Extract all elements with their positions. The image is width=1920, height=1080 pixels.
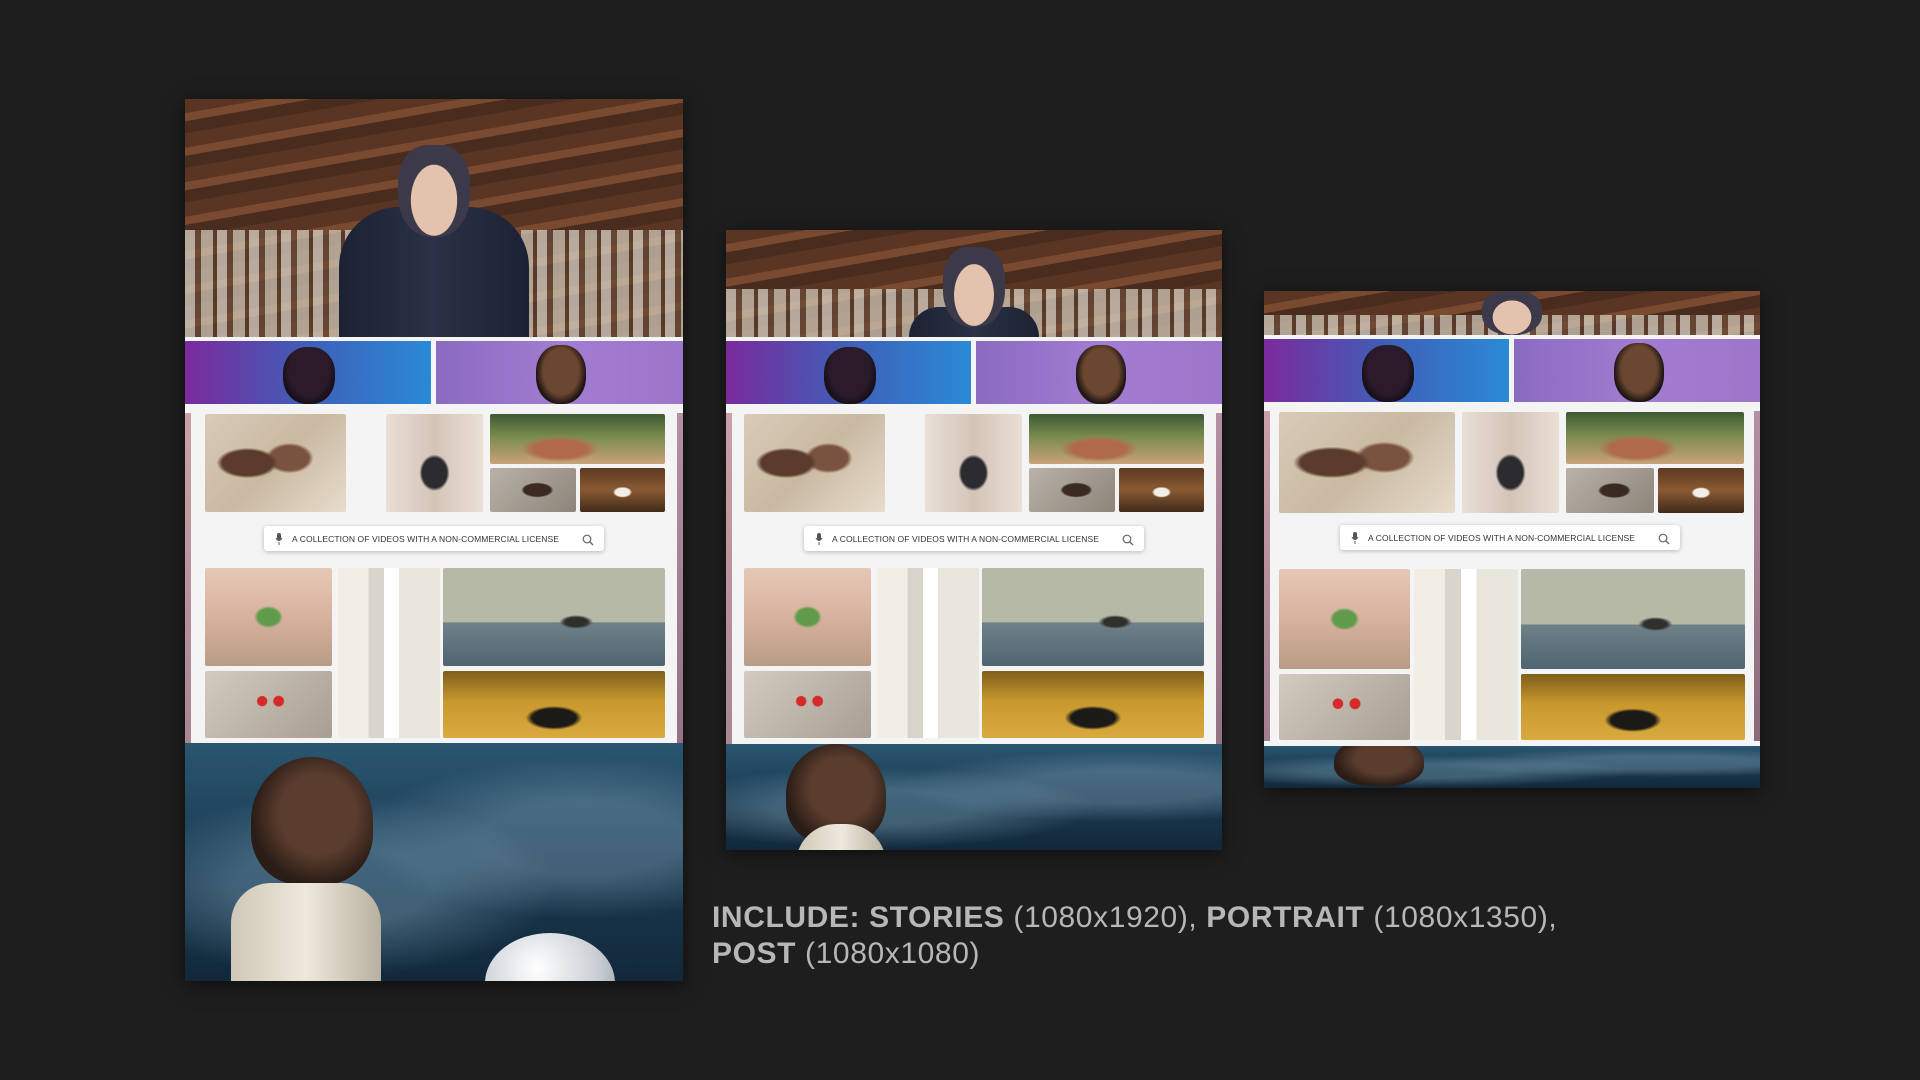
portrait-size: (1080x1350), <box>1373 901 1558 934</box>
banner-row <box>185 341 683 404</box>
post-size: (1080x1080) <box>805 937 981 970</box>
gallery-tile[interactable] <box>1566 412 1744 464</box>
gallery-tile[interactable] <box>205 568 332 666</box>
search-query-text: A COLLECTION OF VIDEOS WITH A NON-COMMER… <box>832 533 1100 544</box>
gallery-tile[interactable] <box>982 671 1204 738</box>
gallery-tile[interactable] <box>1119 468 1204 512</box>
gallery-tile[interactable] <box>744 671 871 738</box>
stories-mockup: A COLLECTION OF VIDEOS WITH A NON-COMMER… <box>185 99 683 981</box>
gallery-tile[interactable] <box>443 671 665 738</box>
microphone-icon[interactable] <box>1350 531 1360 544</box>
banner-row <box>1264 339 1760 402</box>
search-icon[interactable] <box>582 533 594 545</box>
gallery-tile[interactable] <box>490 468 576 512</box>
search-icon[interactable] <box>1122 533 1134 545</box>
gallery-tile[interactable] <box>1658 468 1744 513</box>
gallery-tile[interactable] <box>205 671 332 738</box>
portrait-label: PORTRAIT <box>1206 901 1365 934</box>
gallery-tile[interactable] <box>1521 674 1745 740</box>
portrait-mockup: A COLLECTION OF VIDEOS WITH A NON-COMMER… <box>726 230 1222 850</box>
hero-bottom-image <box>726 744 1222 850</box>
microphone-icon[interactable] <box>814 532 824 545</box>
hero-top-image <box>726 230 1222 337</box>
gallery-tile[interactable] <box>1029 414 1204 464</box>
hero-top-image <box>185 99 683 337</box>
search-bar[interactable]: A COLLECTION OF VIDEOS WITH A NON-COMMER… <box>1340 525 1680 550</box>
gallery-tile[interactable] <box>744 568 871 666</box>
gallery-tile[interactable] <box>580 468 665 512</box>
include-label: INCLUDE: <box>712 901 861 934</box>
gallery-tile[interactable] <box>1521 569 1745 669</box>
gallery-tile[interactable] <box>1029 468 1115 512</box>
gallery-tile[interactable] <box>490 414 665 464</box>
gallery-tile[interactable] <box>205 414 346 512</box>
gallery-tile[interactable] <box>1279 412 1455 513</box>
hero-bottom-image <box>185 743 683 981</box>
stories-size: (1080x1920), <box>1013 901 1198 934</box>
search-icon[interactable] <box>1658 532 1670 544</box>
gallery-tile[interactable] <box>1279 674 1410 740</box>
gallery-tile[interactable] <box>338 568 440 738</box>
gallery-tile[interactable] <box>877 568 979 738</box>
search-bar[interactable]: A COLLECTION OF VIDEOS WITH A NON-COMMER… <box>804 526 1144 551</box>
search-query-text: A COLLECTION OF VIDEOS WITH A NON-COMMER… <box>1368 532 1636 543</box>
post-label: POST <box>712 937 797 970</box>
hero-top-image <box>1264 291 1760 335</box>
gallery-tile[interactable] <box>1462 412 1559 513</box>
microphone-icon[interactable] <box>274 532 284 545</box>
formats-caption: INCLUDE: STORIES (1080x1920), PORTRAIT (… <box>712 900 1712 972</box>
gallery-tile[interactable] <box>1414 569 1518 740</box>
gallery-tile[interactable] <box>386 414 483 512</box>
post-mockup: A COLLECTION OF VIDEOS WITH A NON-COMMER… <box>1264 291 1760 788</box>
hero-bottom-image <box>1264 746 1760 788</box>
gallery-tile[interactable] <box>1566 468 1654 513</box>
gallery-tile[interactable] <box>1279 569 1410 669</box>
gallery-tile[interactable] <box>925 414 1022 512</box>
gallery-tile[interactable] <box>744 414 885 512</box>
search-bar[interactable]: A COLLECTION OF VIDEOS WITH A NON-COMMER… <box>264 526 604 551</box>
search-query-text: A COLLECTION OF VIDEOS WITH A NON-COMMER… <box>292 533 560 544</box>
gallery-tile[interactable] <box>982 568 1204 666</box>
banner-row <box>726 341 1222 404</box>
stories-label: STORIES <box>869 901 1005 934</box>
gallery-tile[interactable] <box>443 568 665 666</box>
